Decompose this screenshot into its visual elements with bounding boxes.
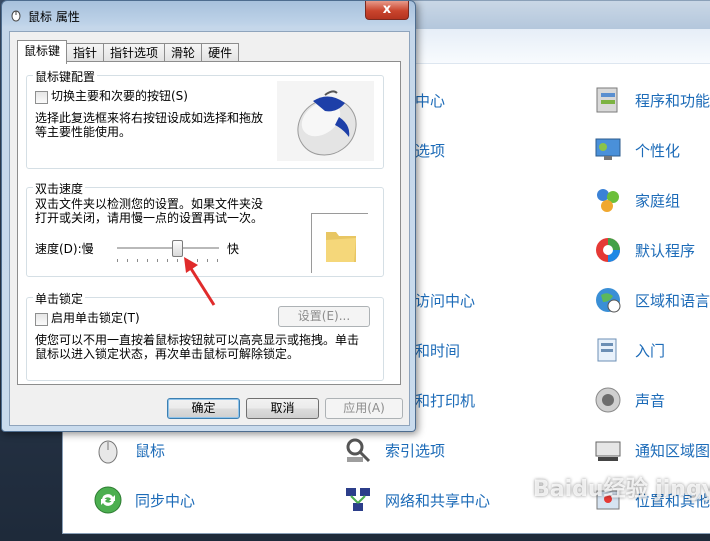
- speaker-icon: [591, 383, 625, 417]
- cp-item-personalization[interactable]: 个性化: [591, 133, 680, 167]
- cp-item-mouse[interactable]: 鼠标: [91, 433, 165, 467]
- tab-strip: 鼠标键 指针 指针选项 滑轮 硬件: [17, 40, 240, 64]
- tab-buttons[interactable]: 鼠标键: [17, 40, 68, 64]
- apply-button[interactable]: 应用(A): [325, 398, 403, 419]
- network-icon: [341, 483, 375, 517]
- default-programs-icon: [591, 233, 625, 267]
- double-click-title: 双击速度: [33, 180, 86, 197]
- button-config-desc-1: 选择此复选框来将右按钮设成如选择和拖放: [35, 111, 264, 125]
- button-config-title: 鼠标键配置: [33, 68, 98, 85]
- cp-item-network-sharing[interactable]: 网络和共享中心: [341, 483, 490, 517]
- cp-item-center[interactable]: 中心: [415, 83, 445, 117]
- test-folder-area[interactable]: [311, 213, 368, 273]
- tab-pointers[interactable]: 指针: [66, 43, 105, 63]
- mouse-illustration: [277, 81, 374, 161]
- getting-started-icon: [591, 333, 625, 367]
- indexing-icon: [341, 433, 375, 467]
- homegroup-icon: [591, 183, 625, 217]
- close-button[interactable]: x: [365, 1, 409, 20]
- cp-item-date-time[interactable]: 和时间: [415, 333, 460, 367]
- folder-icon: [326, 232, 356, 262]
- click-lock-settings-button[interactable]: 设置(E)...: [278, 306, 370, 327]
- speed-slow-label: 速度(D):慢: [35, 242, 94, 256]
- click-lock-desc-2: 鼠标以进入锁定状态，再次单击鼠标可解除锁定。: [35, 347, 300, 361]
- cp-item-sound[interactable]: 声音: [591, 383, 665, 417]
- notification-area-icon: [591, 433, 625, 467]
- buttons-tab-panel: 鼠标键配置 切换主要和次要的按钮(S) 选择此复选框来将右按钮设成如选择和拖放 …: [17, 61, 401, 385]
- speed-fast-label: 快: [227, 242, 240, 256]
- cp-item-indexing[interactable]: 索引选项: [341, 433, 445, 467]
- cp-item-homegroup[interactable]: 家庭组: [591, 183, 680, 217]
- tab-pointer-options[interactable]: 指针选项: [103, 43, 166, 63]
- watermark: Baidu经验 jingyan.baidu.com: [533, 477, 710, 502]
- cp-item-devices-printers[interactable]: 和打印机: [415, 383, 475, 417]
- slider-track: [117, 247, 219, 250]
- annotation-arrow-icon: [184, 257, 216, 306]
- ok-button[interactable]: 确定: [167, 398, 240, 419]
- click-lock-title: 单击锁定: [33, 290, 86, 307]
- cp-item-getting-started[interactable]: 入门: [591, 333, 665, 367]
- mouse-properties-dialog: 鼠标 属性 x 鼠标键 指针 指针选项 滑轮 硬件 鼠标键配置 切换主要和次要的…: [1, 0, 416, 432]
- dialog-body: 鼠标键 指针 指针选项 滑轮 硬件 鼠标键配置 切换主要和次要的按钮(S) 选择…: [9, 31, 410, 426]
- cp-item-default-programs[interactable]: 默认程序: [591, 233, 695, 267]
- cp-item-options[interactable]: 选项: [415, 133, 445, 167]
- tab-wheel[interactable]: 滑轮: [164, 43, 203, 63]
- double-click-desc-2: 打开或关闭，请用慢一点的设置再试一次。: [35, 211, 264, 225]
- switch-buttons-label: 切换主要和次要的按钮(S): [51, 89, 188, 103]
- dialog-title: 鼠标 属性: [28, 10, 80, 24]
- click-lock-label: 启用单击锁定(T): [51, 311, 140, 325]
- cancel-button[interactable]: 取消: [246, 398, 319, 419]
- cp-item-sync-center[interactable]: 同步中心: [91, 483, 195, 517]
- cp-item-notification-area[interactable]: 通知区域图: [591, 433, 710, 467]
- button-config-group: 鼠标键配置 切换主要和次要的按钮(S) 选择此复选框来将右按钮设成如选择和拖放 …: [26, 68, 384, 169]
- double-click-desc-1: 双击文件夹以检测您的设置。如果文件夹没: [35, 197, 264, 211]
- tab-hardware[interactable]: 硬件: [201, 43, 240, 63]
- sync-icon: [91, 483, 125, 517]
- programs-icon: [591, 83, 625, 117]
- switch-buttons-checkbox[interactable]: [35, 91, 48, 104]
- personalization-icon: [591, 133, 625, 167]
- mouse-icon: [91, 433, 125, 467]
- globe-clock-icon: [591, 283, 625, 317]
- click-lock-checkbox[interactable]: [35, 313, 48, 326]
- mouse-title-icon: [11, 10, 21, 22]
- button-config-desc-2: 等主要性能使用。: [35, 125, 132, 139]
- desktop: 中心 选项 访问中心 和时间 和打印机 程序和功能 个性化 家庭组 默认程序 区…: [0, 0, 710, 541]
- cp-item-programs[interactable]: 程序和功能: [591, 83, 710, 117]
- cp-item-region-language[interactable]: 区域和语言: [591, 283, 710, 317]
- click-lock-desc-1: 使您可以不用一直按着鼠标按钮就可以高亮显示或拖拽。单击: [35, 333, 360, 347]
- cp-item-access-center[interactable]: 访问中心: [415, 283, 475, 317]
